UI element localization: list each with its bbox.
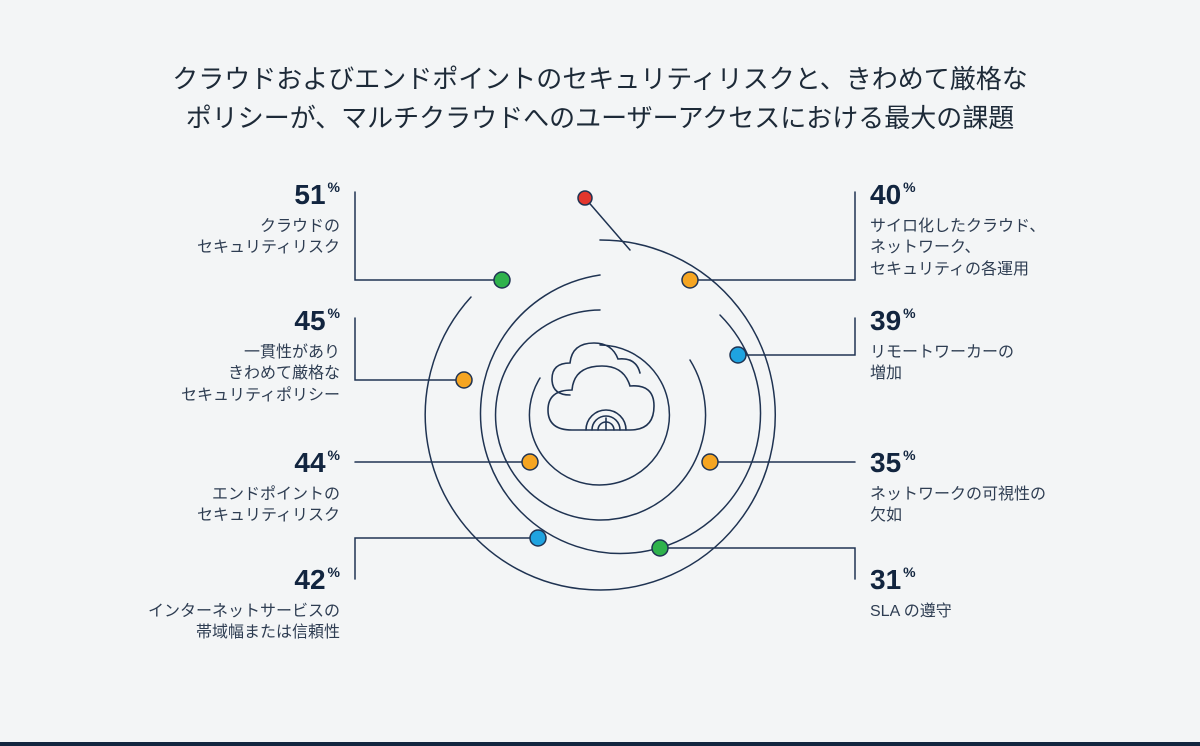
- dot-r3: [702, 454, 718, 470]
- dot-r1: [682, 272, 698, 288]
- stat-strict-policy: 45% 一貫性がありきわめて厳格なセキュリティポリシー: [90, 302, 340, 407]
- stat-label: エンドポイントのセキュリティリスク: [90, 484, 340, 527]
- pin-stem: [585, 198, 630, 250]
- title-line-1: クラウドおよびエンドポイントのセキュリティリスクと、きわめて厳格な: [172, 64, 1027, 94]
- leader-right-2: [738, 318, 855, 355]
- ring-outer: [425, 240, 775, 590]
- dot-l2: [456, 372, 472, 388]
- stat-label: サイロ化したクラウド、ネットワーク、セキュリティの各運用: [870, 216, 1120, 281]
- dot-l3: [522, 454, 538, 470]
- stat-value: 45%: [90, 302, 340, 340]
- dot-r2: [730, 347, 746, 363]
- ring-mid-1: [481, 275, 761, 553]
- stat-value: 44%: [90, 444, 340, 482]
- stat-internet-bandwidth: 42% インターネットサービスの帯域幅または信頼性: [90, 561, 340, 644]
- stat-value: 42%: [90, 561, 340, 599]
- stat-label: クラウドのセキュリティリスク: [90, 216, 340, 259]
- stat-value: 40%: [870, 176, 1120, 214]
- stat-label: インターネットサービスの帯域幅または信頼性: [90, 601, 340, 644]
- stat-network-visibility: 35% ネットワークの可視性の欠如: [870, 444, 1120, 527]
- dot-l1: [494, 272, 510, 288]
- page-title: クラウドおよびエンドポイントのセキュリティリスクと、きわめて厳格な ポリシーが、…: [0, 60, 1200, 138]
- stat-label: リモートワーカーの増加: [870, 342, 1120, 385]
- stat-value: 39%: [870, 302, 1120, 340]
- stat-value: 51%: [90, 176, 340, 214]
- stat-label: ネットワークの可視性の欠如: [870, 484, 1120, 527]
- infographic-page: クラウドおよびエンドポイントのセキュリティリスクと、きわめて厳格な ポリシーが、…: [0, 0, 1200, 746]
- leader-left-4: [355, 538, 538, 579]
- title-line-2: ポリシーが、マルチクラウドへのユーザーアクセスにおける最大の課題: [186, 103, 1015, 133]
- stat-endpoint-security-risk: 44% エンドポイントのセキュリティリスク: [90, 444, 340, 527]
- stat-sla: 31% SLA の遵守: [870, 561, 1120, 622]
- ring-mid-2: [496, 310, 706, 520]
- ring-inner: [529, 345, 669, 485]
- dot-red-pin: [578, 191, 592, 205]
- dot-r4: [652, 540, 668, 556]
- leader-right-1: [690, 192, 855, 280]
- leader-right-4: [660, 548, 855, 579]
- leader-left-2: [355, 318, 464, 380]
- leader-left-1: [355, 192, 502, 280]
- stat-value: 31%: [870, 561, 1120, 599]
- stat-cloud-security-risk: 51% クラウドのセキュリティリスク: [90, 176, 340, 259]
- stat-siloed-cloud: 40% サイロ化したクラウド、ネットワーク、セキュリティの各運用: [870, 176, 1120, 281]
- stat-value: 35%: [870, 444, 1120, 482]
- bottom-rule: [0, 742, 1200, 746]
- stat-remote-worker: 39% リモートワーカーの増加: [870, 302, 1120, 385]
- dot-l4: [530, 530, 546, 546]
- stat-label: SLA の遵守: [870, 601, 1120, 623]
- cloud-fingerprint-icon: [548, 343, 654, 430]
- stat-label: 一貫性がありきわめて厳格なセキュリティポリシー: [90, 342, 340, 407]
